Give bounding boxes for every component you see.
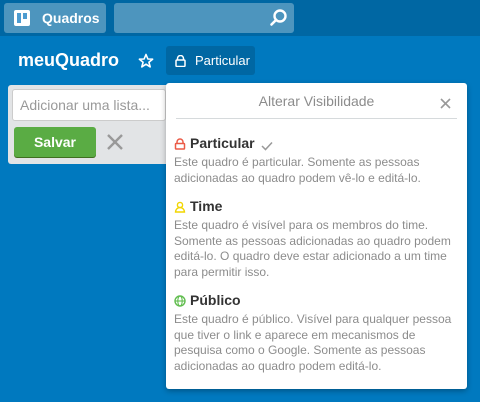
visibility-option-private[interactable]: Particular Este quadro é particular. Som… [174,134,459,186]
globe-icon [174,294,186,307]
search-icon[interactable] [269,8,289,28]
star-icon[interactable] [138,53,154,69]
popover-title: Alterar Visibilidade [176,83,457,119]
search-input[interactable] [114,3,264,33]
option-description: Este quadro é público. Visível para qual… [174,312,452,373]
option-name: Particular [190,135,255,151]
visibility-option-team[interactable]: Time Este quadro é visível para os membr… [174,197,459,280]
list-name-input[interactable] [12,89,166,121]
board-title[interactable]: meuQuadro [18,50,119,71]
team-icon [174,200,186,213]
visibility-option-public[interactable]: Público Este quadro é público. Visível p… [174,291,459,374]
check-icon [261,138,273,151]
option-description: Este quadro é particular. Somente as pes… [174,155,421,185]
option-name: Público [190,292,241,308]
visibility-button[interactable]: Particular [166,46,255,75]
close-icon[interactable] [440,96,451,109]
boards-label: Quadros [42,10,100,26]
top-bar: Quadros [0,0,480,36]
option-name: Time [190,198,223,214]
visibility-label: Particular [195,53,250,68]
search-box[interactable] [114,3,294,33]
add-list-composer: Salvar [8,85,170,164]
close-icon[interactable] [106,133,124,151]
save-button[interactable]: Salvar [14,127,96,157]
boards-icon [12,8,32,28]
boards-button[interactable]: Quadros [4,3,106,33]
lock-icon [175,54,186,67]
option-description: Este quadro é visível para os membros do… [174,218,451,279]
visibility-popover: Alterar Visibilidade Particular Este qua… [166,83,467,389]
lock-icon [174,137,186,150]
